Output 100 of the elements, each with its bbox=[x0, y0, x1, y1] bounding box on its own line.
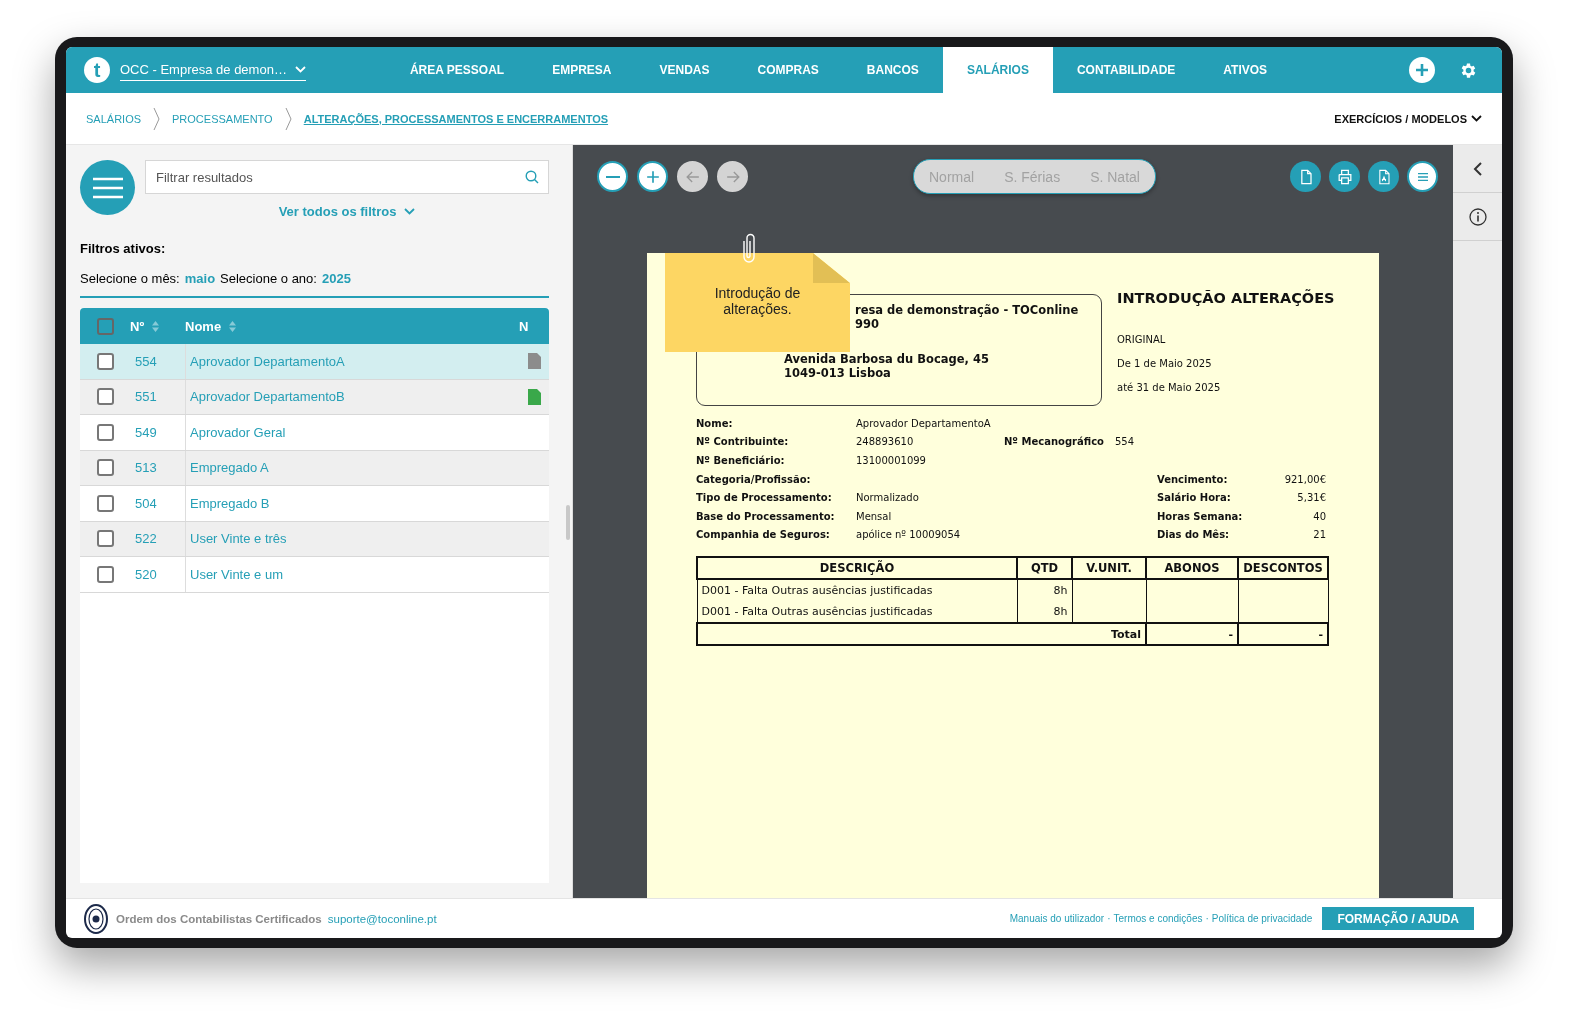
note-text: Introdução de alterações. bbox=[713, 285, 802, 319]
breadcrumb-separator-icon bbox=[153, 106, 161, 131]
table-cell: User Vinte e três bbox=[190, 531, 287, 547]
table-cell: Aprovador DepartamentoA bbox=[190, 353, 345, 369]
field-value: 921,00€ bbox=[1283, 473, 1326, 485]
column-header: V.UNIT. bbox=[1072, 557, 1146, 580]
filter-label: Selecione o mês: bbox=[80, 271, 180, 286]
field-label: Nº Mecanográfico bbox=[1004, 436, 1105, 448]
exercises-menu[interactable]: EXERCÍCIOS / MODELOS bbox=[1334, 112, 1482, 125]
chevron-down-icon bbox=[404, 208, 416, 215]
document-button[interactable] bbox=[1290, 161, 1321, 192]
row-checkbox[interactable] bbox=[96, 388, 114, 406]
table-row[interactable]: 551 Aprovador DepartamentoB bbox=[80, 379, 549, 415]
table-cell-text: 554 bbox=[134, 353, 158, 369]
table-row[interactable]: 522 User Vinte e três bbox=[80, 521, 549, 557]
company-dropdown[interactable]: OCC - Empresa de demon… bbox=[120, 61, 306, 81]
table-cell: User Vinte e um bbox=[190, 566, 283, 582]
pdf-button[interactable] bbox=[1368, 161, 1399, 192]
table-cell: - bbox=[1238, 623, 1328, 646]
plus-icon bbox=[1414, 62, 1430, 78]
document-meta: De 1 de Maio 2025 bbox=[1117, 358, 1212, 369]
chevron-down-icon bbox=[1471, 115, 1482, 122]
menu-button[interactable] bbox=[1407, 161, 1438, 192]
document-title: INTRODUÇÃO ALTERAÇÕES bbox=[1117, 290, 1335, 306]
table-cell-text: 551 bbox=[134, 389, 158, 405]
breadcrumb-link[interactable]: ALTERAÇÕES, PROCESSAMENTOS E ENCERRAMENTOS bbox=[303, 112, 609, 125]
table-cell-text: 522 bbox=[134, 531, 158, 547]
add-button[interactable] bbox=[1409, 57, 1435, 83]
footer-link[interactable]: Manuais do utilizador bbox=[1009, 913, 1105, 924]
help-button[interactable]: FORMAÇÃO / AJUDA bbox=[1322, 907, 1474, 930]
nav-tab[interactable]: VENDAS bbox=[635, 47, 734, 93]
select-all-checkbox[interactable] bbox=[96, 317, 114, 335]
table-cell: - bbox=[1146, 623, 1238, 646]
settings-icon[interactable] bbox=[1459, 60, 1478, 80]
search-field[interactable]: Filtrar resultados bbox=[145, 160, 549, 194]
table-row[interactable]: 513 Empregado A bbox=[80, 450, 549, 486]
table-cell: Empregado B bbox=[190, 495, 270, 511]
see-all-filters-link[interactable]: Ver todos os filtros bbox=[278, 204, 416, 219]
column-header[interactable]: Nº bbox=[130, 318, 145, 334]
zoom-out-button[interactable] bbox=[597, 161, 628, 192]
column-header[interactable]: Nome bbox=[185, 318, 222, 334]
nav-tab[interactable]: EMPRESA bbox=[528, 47, 636, 93]
column-header: N bbox=[519, 318, 529, 334]
row-checkbox[interactable] bbox=[96, 423, 114, 441]
row-checkbox[interactable] bbox=[96, 459, 114, 477]
field-label: Nome: bbox=[696, 417, 734, 429]
sort-icon bbox=[152, 320, 160, 332]
row-checkbox[interactable] bbox=[96, 530, 114, 548]
info-icon bbox=[1468, 207, 1487, 226]
nav-tab[interactable]: ÁREA PESSOAL bbox=[385, 47, 529, 93]
paperclip-icon bbox=[743, 233, 755, 263]
footer-link[interactable]: Política de privacidade bbox=[1211, 913, 1313, 924]
field-value: 5,31€ bbox=[1296, 492, 1326, 504]
breadcrumb-link[interactable]: SALÁRIOS bbox=[86, 112, 142, 125]
column-header: ABONOS bbox=[1146, 557, 1238, 580]
table-row[interactable]: 504 Empregado B bbox=[80, 486, 549, 522]
app-logo: t bbox=[84, 57, 110, 83]
row-checkbox[interactable] bbox=[96, 494, 114, 512]
field-label: Tipo de Processamento: bbox=[696, 492, 833, 504]
address-line: resa de demonstração - TOConline bbox=[855, 303, 1080, 317]
link-separator: · bbox=[1107, 913, 1111, 924]
field-label: Dias do Mês: bbox=[1157, 529, 1231, 541]
nav-tab[interactable]: SALÁRIOS bbox=[942, 47, 1053, 93]
table-cell: Empregado A bbox=[190, 460, 269, 476]
sort-icon bbox=[229, 320, 237, 332]
nav-tab[interactable]: CONTABILIDADE bbox=[1052, 47, 1200, 93]
table-cell: 8h bbox=[1017, 579, 1072, 602]
menu-icon bbox=[92, 176, 123, 199]
field-value: 554 bbox=[1115, 436, 1136, 448]
table-row[interactable]: 554 Aprovador DepartamentoA bbox=[80, 344, 549, 380]
filter-value[interactable]: maio bbox=[184, 271, 216, 286]
support-email-link[interactable]: suporte@toconline.pt bbox=[327, 912, 437, 925]
print-button[interactable] bbox=[1329, 161, 1360, 192]
row-checkbox[interactable] bbox=[96, 565, 114, 583]
field-value: Aprovador DepartamentoA bbox=[856, 417, 992, 429]
breadcrumb-link[interactable]: PROCESSAMENTO bbox=[172, 112, 273, 125]
filter-label: Selecione o ano: bbox=[220, 271, 317, 286]
table-cell-text: 513 bbox=[134, 460, 158, 476]
field-label: Nº Contribuinte: bbox=[696, 436, 790, 448]
nav-tab[interactable]: COMPRAS bbox=[733, 47, 843, 93]
filter-value[interactable]: 2025 bbox=[321, 271, 351, 286]
footer-link[interactable]: Termos e condições bbox=[1113, 913, 1203, 924]
table-cell: Aprovador Geral bbox=[190, 424, 286, 440]
chevron-down-icon bbox=[294, 65, 306, 73]
breadcrumb-separator-icon bbox=[284, 106, 292, 131]
column-header: QTD bbox=[1017, 557, 1072, 580]
zoom-in-button[interactable] bbox=[637, 161, 668, 192]
field-label: Base do Processamento: bbox=[696, 510, 836, 522]
table-row[interactable]: 520 User Vinte e um bbox=[80, 557, 549, 593]
field-value: 21 bbox=[1312, 529, 1326, 541]
nav-tab[interactable]: BANCOS bbox=[842, 47, 943, 93]
document-meta: ORIGINAL bbox=[1117, 334, 1166, 345]
field-value: apólice nº 10009054 bbox=[856, 529, 962, 541]
table-cell-text: 504 bbox=[134, 495, 158, 511]
row-checkbox[interactable] bbox=[96, 352, 114, 370]
nav-tab[interactable]: ATIVOS bbox=[1199, 47, 1292, 93]
table-row[interactable]: 549 Aprovador Geral bbox=[80, 415, 549, 451]
table-cell: 8h bbox=[1017, 601, 1072, 624]
field-value: 248893610 bbox=[856, 436, 915, 448]
organization-name: Ordem dos Contabilistas Certificados bbox=[116, 912, 322, 925]
